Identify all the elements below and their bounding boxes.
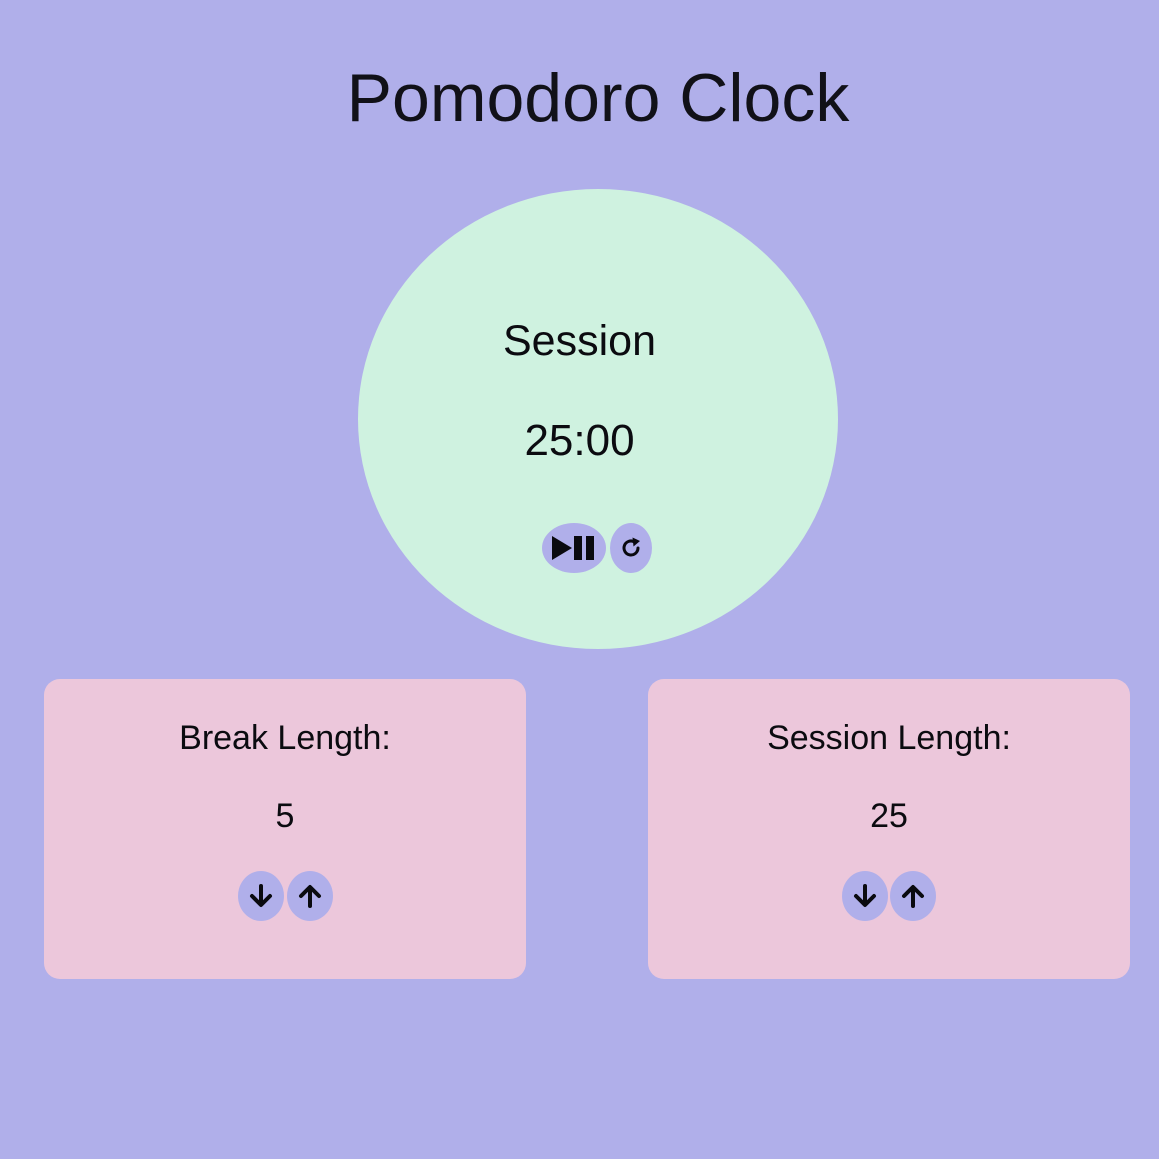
session-decrement-button[interactable] [842, 871, 888, 921]
session-length-label: Session Length: [767, 719, 1011, 757]
play-pause-icon [550, 535, 598, 561]
reset-button[interactable] [610, 523, 652, 573]
arrow-up-icon [297, 883, 323, 909]
break-length-label: Break Length: [179, 719, 391, 757]
break-length-card: Break Length: 5 [44, 679, 526, 979]
arrow-up-icon [900, 883, 926, 909]
break-length-value: 5 [275, 797, 295, 835]
session-length-value: 25 [870, 797, 908, 835]
session-increment-button[interactable] [890, 871, 936, 921]
start-stop-button[interactable] [542, 523, 606, 573]
refresh-icon [619, 536, 643, 560]
timer-label: Session [503, 317, 656, 365]
break-increment-button[interactable] [287, 871, 333, 921]
arrow-down-icon [852, 883, 878, 909]
page-title: Pomodoro Clock [346, 60, 850, 136]
arrow-down-icon [248, 883, 274, 909]
session-length-card: Session Length: 25 [648, 679, 1130, 979]
break-decrement-button[interactable] [238, 871, 284, 921]
time-left-display: 25:00 [524, 416, 635, 465]
